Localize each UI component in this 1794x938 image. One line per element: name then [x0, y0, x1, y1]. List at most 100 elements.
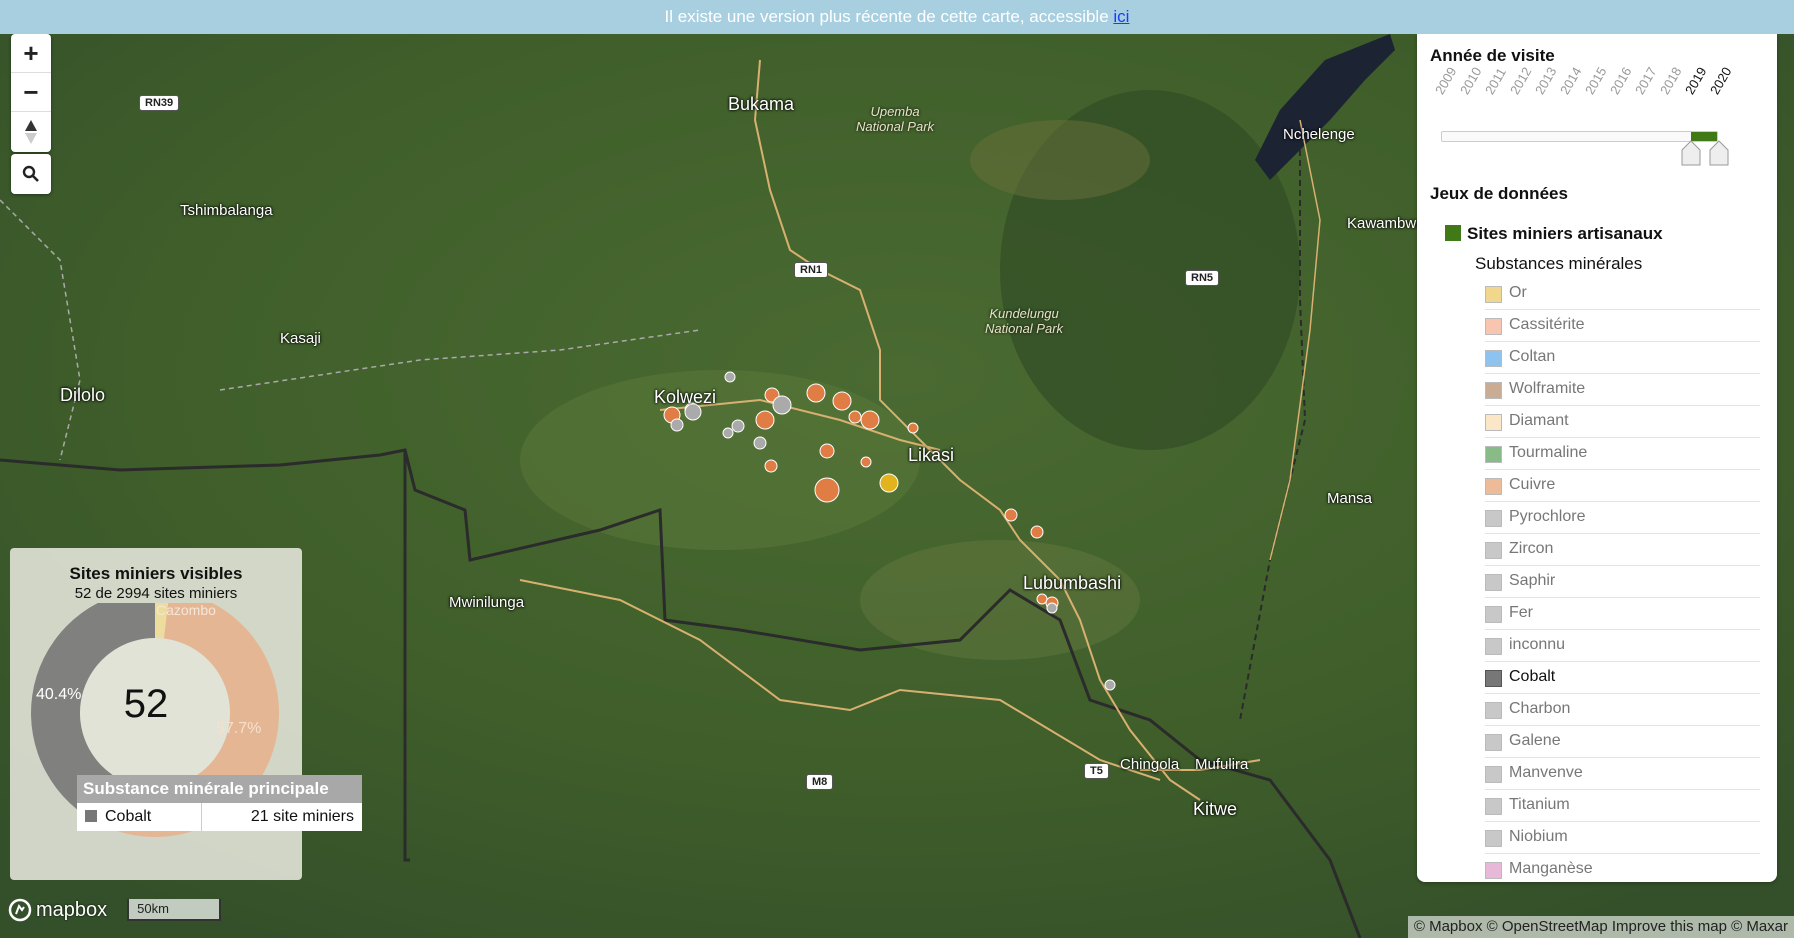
year-label[interactable]: 2010 [1457, 64, 1484, 97]
year-section-title: Année de visite [1430, 46, 1555, 65]
place-label: Likasi [908, 445, 955, 465]
place-label: Bukama [728, 94, 795, 114]
substance-label: Tourmaline [1509, 444, 1588, 461]
substance-item[interactable]: Saphir [1485, 566, 1760, 598]
tooltip-title: Substance minérale principale [77, 775, 362, 803]
year-label[interactable]: 2012 [1507, 64, 1534, 97]
place-label: Kolwezi [654, 387, 717, 407]
substance-label: inconnu [1509, 636, 1566, 653]
mapbox-logo-icon [8, 898, 32, 922]
road-shield: RN39 [139, 95, 180, 111]
terrain-light-area [970, 120, 1150, 200]
mining-site-cuivre[interactable] [1036, 593, 1048, 605]
search-button[interactable] [11, 154, 51, 194]
map-attribution[interactable]: © Mapbox © OpenStreetMap Improve this ma… [1407, 916, 1794, 938]
substance-item[interactable]: Fer [1485, 598, 1760, 630]
year-label[interactable]: 2016 [1607, 64, 1634, 97]
mining-site-cuivre[interactable] [1004, 508, 1018, 522]
place-label: Lubumbashi [1023, 573, 1122, 593]
mining-site-cuivre[interactable] [860, 456, 872, 468]
substance-item[interactable]: Manganèse [1485, 854, 1760, 882]
year-slider-handle-end[interactable] [1708, 140, 1730, 171]
year-label[interactable]: 2017 [1632, 64, 1659, 97]
substance-item[interactable]: Wolframite [1485, 374, 1760, 406]
place-label: Mufulira [1195, 756, 1249, 773]
tooltip-substance-cell: Cobalt [77, 803, 202, 831]
substance-item[interactable]: Coltan [1485, 342, 1760, 374]
update-banner: Il existe une version plus récente de ce… [0, 0, 1794, 34]
substance-item[interactable]: Cassitérite [1485, 310, 1760, 342]
year-slider-track[interactable] [1441, 131, 1718, 142]
year-label[interactable]: 2018 [1657, 64, 1684, 97]
substance-swatch [1485, 414, 1502, 431]
mining-site-cuivre[interactable] [806, 383, 826, 403]
zoom-out-button[interactable]: − [11, 73, 51, 112]
mining-site-cobalt[interactable] [722, 427, 734, 439]
substance-item[interactable]: Zircon [1485, 534, 1760, 566]
substance-item[interactable]: Titanium [1485, 790, 1760, 822]
mapbox-logo[interactable]: mapbox [36, 899, 107, 922]
year-label[interactable]: 2015 [1582, 64, 1609, 97]
year-label[interactable]: 2019 [1682, 64, 1709, 97]
substance-label: Titanium [1509, 796, 1570, 813]
terrain-light-area [520, 370, 920, 550]
mining-site-cobalt[interactable] [753, 436, 767, 450]
substance-item[interactable]: Diamant [1485, 406, 1760, 438]
mining-site-cuivre[interactable] [1030, 525, 1044, 539]
substance-label: Manvenve [1509, 764, 1583, 781]
year-label[interactable]: 2020 [1707, 64, 1734, 97]
place-label: Kitwe [1193, 799, 1238, 819]
compass-icon [25, 120, 37, 144]
place-label: Nchelenge [1283, 126, 1355, 143]
mining-site-cobalt[interactable] [724, 371, 736, 383]
mining-site-cuivre[interactable] [832, 391, 852, 411]
mining-site-cuivre[interactable] [819, 443, 835, 459]
year-label[interactable]: 2009 [1432, 64, 1459, 97]
year-slider-handle-start[interactable] [1680, 140, 1702, 171]
dataset-swatch [1445, 225, 1461, 241]
dataset-item[interactable]: Sites miniers artisanaux [1445, 224, 1663, 244]
substance-swatch [1485, 542, 1502, 559]
substance-label: Wolframite [1509, 380, 1586, 397]
substance-swatch [1485, 862, 1502, 879]
year-label[interactable]: 2011 [1482, 65, 1509, 97]
mining-site-cobalt[interactable] [670, 418, 684, 432]
map-footer-left: mapbox 50km [8, 898, 222, 922]
mining-site-cobalt[interactable] [1104, 679, 1116, 691]
zoom-in-button[interactable]: + [11, 34, 51, 73]
substance-item[interactable]: Cuivre [1485, 470, 1760, 502]
donut-label-cuivre: 57.7% [216, 720, 262, 737]
mining-site-cuivre[interactable] [814, 477, 840, 503]
mining-site-cuivre[interactable] [907, 422, 919, 434]
year-label[interactable]: 2014 [1557, 64, 1584, 97]
mining-site-cobalt[interactable] [772, 395, 792, 415]
banner-link[interactable]: ici [1113, 7, 1129, 26]
mining-site-cobalt[interactable] [1046, 602, 1058, 614]
place-label: Dilolo [60, 385, 106, 405]
substance-item[interactable]: Manvenve [1485, 758, 1760, 790]
zoom-controls: + − [11, 34, 51, 152]
substance-label: Cobalt [1509, 668, 1556, 685]
substance-item[interactable]: Niobium [1485, 822, 1760, 854]
substance-label: Diamant [1509, 412, 1569, 429]
substance-swatch [1485, 670, 1502, 687]
substance-item[interactable]: Galene [1485, 726, 1760, 758]
mining-site-cuivre[interactable] [764, 459, 778, 473]
mining-site-cuivre[interactable] [860, 410, 880, 430]
substance-item[interactable]: inconnu [1485, 630, 1760, 662]
mining-site-cuivre[interactable] [848, 410, 862, 424]
substance-swatch [1485, 318, 1502, 335]
mining-site-cuivre[interactable] [755, 410, 775, 430]
tooltip-substance: Cobalt [105, 808, 152, 825]
substance-label: Galene [1509, 732, 1561, 749]
substance-item[interactable]: Charbon [1485, 694, 1760, 726]
substance-item[interactable]: Pyrochlore [1485, 502, 1760, 534]
compass-button[interactable] [11, 112, 51, 152]
place-label: Mwinilunga [449, 594, 525, 611]
year-label[interactable]: 2013 [1532, 64, 1559, 97]
mining-site-or[interactable] [879, 473, 899, 493]
mining-site-cobalt[interactable] [731, 419, 745, 433]
substance-item[interactable]: Cobalt [1485, 662, 1760, 694]
substance-item[interactable]: Or [1485, 278, 1760, 310]
substance-item[interactable]: Tourmaline [1485, 438, 1760, 470]
